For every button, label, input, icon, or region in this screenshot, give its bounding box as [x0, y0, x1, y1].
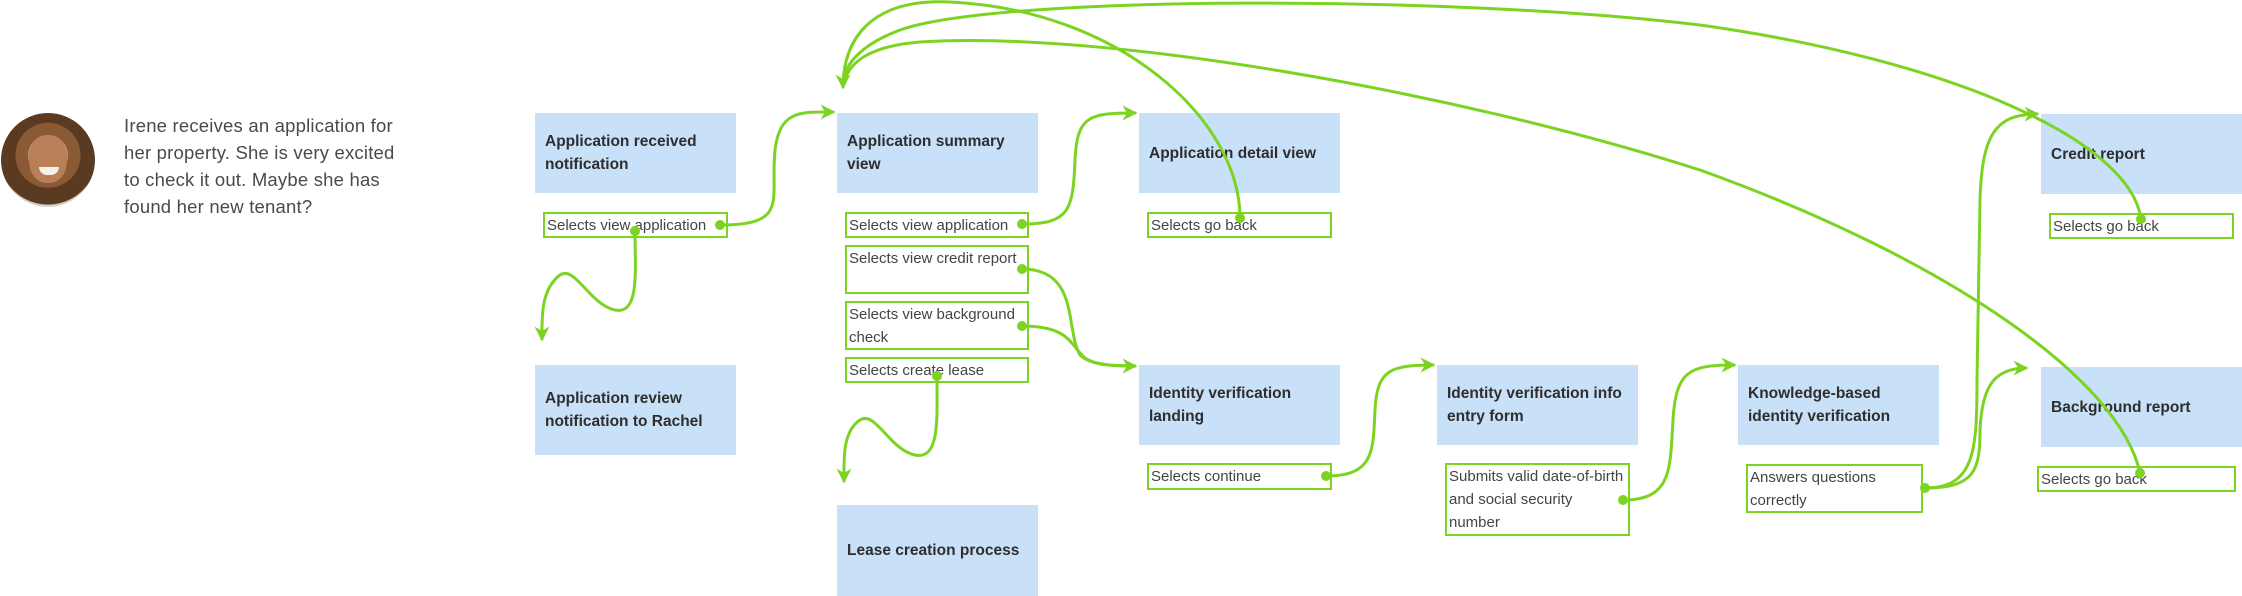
flow-kba-to-credit: [1924, 106, 2040, 490]
action-kba-answers[interactable]: Answers questions correctly: [1746, 464, 1923, 513]
flow-summary-to-detail: [1021, 105, 1138, 226]
action-received-view-application[interactable]: Selects view application: [543, 212, 728, 238]
action-summary-view-credit-report[interactable]: Selects view credit report: [845, 245, 1029, 294]
screen-application-summary: Application summary view: [837, 113, 1038, 193]
flow-credit-back-to-summary: [842, 1, 2143, 220]
screen-application-received: Application received notification: [535, 113, 736, 193]
action-detail-go-back[interactable]: Selects go back: [1147, 212, 1332, 238]
screen-identity-entry-form: Identity verification info entry form: [1437, 365, 1638, 445]
flow-summary-background-to-landing: [1021, 324, 1137, 368]
screen-application-detail: Application detail view: [1139, 113, 1340, 193]
flow-entry-to-kba: [1622, 357, 1737, 502]
flow-received-to-summary: [719, 104, 836, 227]
screen-background-report: Background report: [2041, 367, 2242, 447]
action-summary-view-application[interactable]: Selects view application: [845, 212, 1029, 238]
screen-knowledge-based-verification: Knowledge-based identity verification: [1738, 365, 1939, 445]
screen-identity-landing: Identity verification landing: [1139, 365, 1340, 445]
flow-summary-to-lease: [836, 375, 939, 484]
flow-landing-to-entry: [1325, 357, 1436, 478]
action-summary-view-background-check[interactable]: Selects view background check: [845, 301, 1029, 350]
action-summary-create-lease[interactable]: Selects create lease: [845, 357, 1029, 383]
screen-lease-creation: Lease creation process: [837, 505, 1038, 596]
screen-credit-report: Credit report: [2041, 114, 2242, 194]
persona-avatar: [1, 113, 95, 207]
action-entry-submit[interactable]: Submits valid date-of-birth and social s…: [1445, 463, 1630, 536]
screen-application-review-rachel: Application review notification to Rache…: [535, 365, 736, 455]
action-background-go-back[interactable]: Selects go back: [2037, 466, 2236, 492]
action-landing-continue[interactable]: Selects continue: [1147, 463, 1332, 490]
action-credit-go-back[interactable]: Selects go back: [2049, 213, 2234, 239]
flow-kba-to-background: [1924, 360, 2029, 490]
avatar-face: [29, 135, 67, 183]
flow-received-to-review: [534, 230, 637, 342]
flow-summary-credit-to-landing: [1021, 267, 1138, 374]
persona-description: Irene receives an application for her pr…: [124, 115, 395, 217]
